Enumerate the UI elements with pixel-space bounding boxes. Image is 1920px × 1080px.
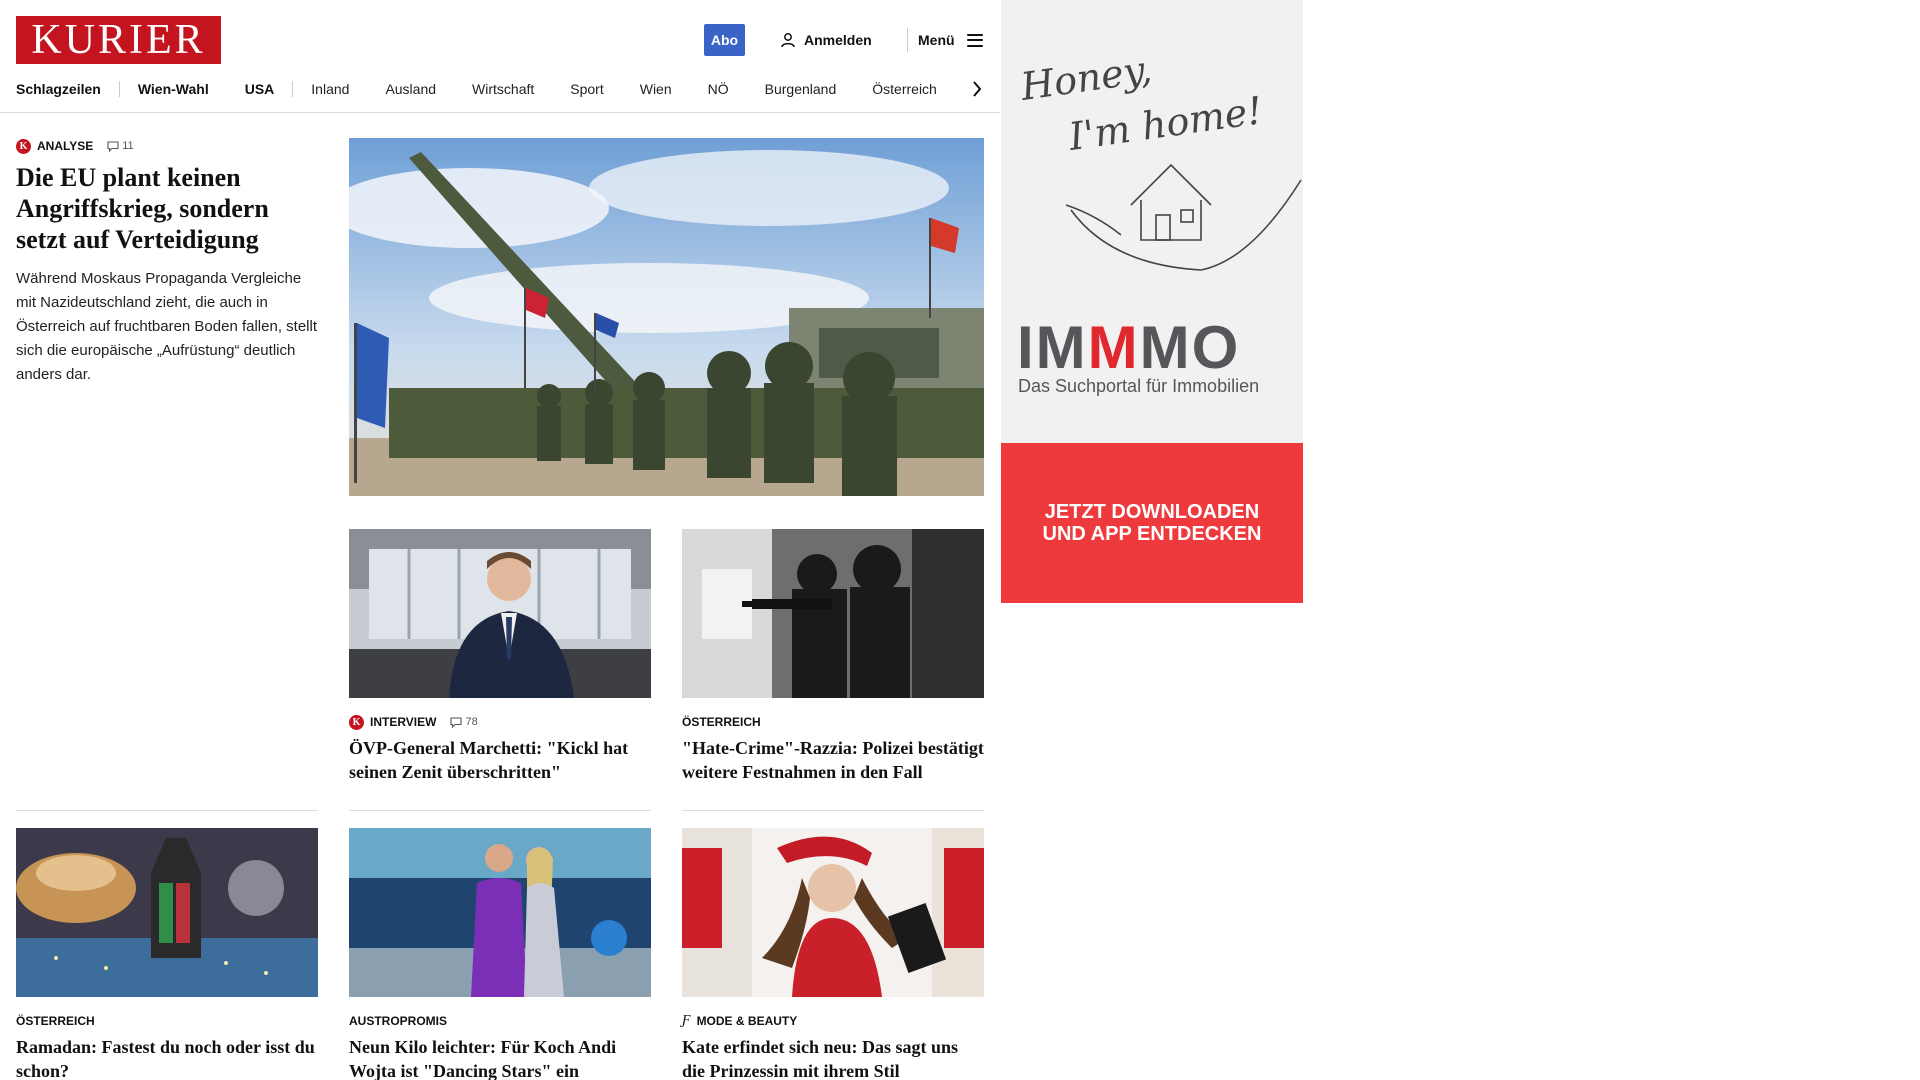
nav-next-button[interactable]	[968, 78, 986, 100]
article-card[interactable]: ÖSTERREICH Ramadan: Fastest du noch oder…	[16, 828, 318, 1080]
divider	[16, 810, 318, 811]
ad-script-graphic: Honey, I'm home!	[1017, 47, 1302, 271]
card-kicker: ÖSTERREICH	[16, 1013, 318, 1029]
kurier-logo[interactable]: KURIER	[16, 16, 221, 64]
freizeit-icon: ƒ	[682, 1013, 691, 1028]
chevron-right-icon	[973, 81, 982, 97]
kurier-page: KURIER Abo Anmelden Menü Schlagzeilen Wi…	[0, 0, 1000, 1080]
card-kicker-label: INTERVIEW	[370, 715, 437, 729]
nav-item-oesterreich[interactable]: Österreich	[854, 81, 955, 97]
lead-comments-value: 11	[122, 140, 134, 152]
nav-item-wien[interactable]: Wien	[622, 81, 690, 97]
ad-brand-m: M	[1087, 314, 1140, 381]
login-link[interactable]: Anmelden	[780, 28, 872, 52]
card-title[interactable]: ÖVP-General Marchetti: "Kickl hat seinen…	[349, 736, 651, 784]
card-title[interactable]: Neun Kilo leichter: Für Koch Andi Wojta …	[349, 1035, 651, 1080]
site-header: KURIER Abo Anmelden Menü Schlagzeilen Wi…	[0, 0, 1000, 113]
menu-button[interactable]: Menü	[918, 28, 983, 52]
card-kicker-label: ÖSTERREICH	[682, 715, 761, 729]
nav-item-inland[interactable]: Inland	[293, 81, 367, 97]
card-title[interactable]: Kate erfindet sich neu: Das sagt uns die…	[682, 1035, 984, 1080]
lead-title[interactable]: Die EU plant keinen Angriffskrieg, sonde…	[16, 162, 318, 255]
ad-brand-pre: IM	[1017, 314, 1088, 381]
section-nav: Schlagzeilen Wien-Wahl USA Inland Auslan…	[16, 78, 986, 100]
card-title[interactable]: Ramadan: Fastest du noch oder isst du sc…	[16, 1035, 318, 1080]
ad-script-line1: Honey,	[1017, 47, 1154, 109]
nav-item-schlagzeilen[interactable]: Schlagzeilen	[16, 81, 119, 97]
lead-image-soldiers[interactable]	[349, 138, 984, 496]
nav-item-wirtschaft[interactable]: Wirtschaft	[454, 81, 552, 97]
article-card[interactable]: AUSTROPROMIS Neun Kilo leichter: Für Koc…	[349, 828, 651, 1080]
nav-item-noe[interactable]: NÖ	[690, 81, 747, 97]
article-card[interactable]: ÖSTERREICH "Hate-Crime"-Razzia: Polizei …	[682, 529, 984, 784]
card-kicker: ƒ MODE & BEAUTY	[682, 1013, 984, 1029]
immmo-advertisement[interactable]: Honey, I'm home! IMMMO Das Suchportal fü…	[1001, 0, 1303, 603]
nav-item-ausland[interactable]: Ausland	[367, 81, 454, 97]
divider	[682, 810, 984, 811]
abo-button[interactable]: Abo	[704, 24, 745, 56]
house-in-hand-icon	[1065, 163, 1302, 271]
lead-kicker: K ANALYSE 11	[16, 138, 318, 154]
card-comments-value: 78	[465, 716, 478, 728]
ad-cta-button[interactable]: JETZT DOWNLOADEN UND APP ENTDECKEN	[1001, 443, 1303, 603]
kurier-plus-icon: K	[349, 714, 364, 730]
card-kicker-label: AUSTROPROMIS	[349, 1014, 448, 1028]
card-kicker-label: ÖSTERREICH	[16, 1014, 95, 1028]
nav-item-usa[interactable]: USA	[227, 81, 293, 97]
logo-text: KURIER	[31, 17, 206, 63]
ad-brand-wordmark: IMMMO	[1017, 318, 1240, 378]
divider	[349, 810, 651, 811]
user-icon	[781, 33, 795, 48]
card-kicker: K INTERVIEW 78	[349, 714, 651, 730]
header-divider	[907, 28, 908, 52]
article-image-police-raid[interactable]	[682, 529, 984, 698]
article-image-ramadan-lantern[interactable]	[16, 828, 318, 997]
ad-tagline: Das Suchportal für Immobilien	[1018, 376, 1260, 396]
comment-icon	[450, 716, 463, 728]
nav-item-wien-wahl[interactable]: Wien-Wahl	[120, 81, 227, 97]
menu-label: Menü	[918, 32, 955, 48]
nav-item-sport[interactable]: Sport	[552, 81, 621, 97]
article-image-marchetti[interactable]	[349, 529, 651, 698]
article-card[interactable]: K INTERVIEW 78 ÖVP-General Marchetti: "K…	[349, 529, 651, 784]
lead-teaser: Während Moskaus Propaganda Vergleiche mi…	[16, 270, 317, 383]
article-image-dancing-stars[interactable]	[349, 828, 651, 997]
card-kicker: ÖSTERREICH	[682, 714, 984, 730]
card-title[interactable]: "Hate-Crime"-Razzia: Polizei bestätigt w…	[682, 736, 984, 784]
nav-item-burgenland[interactable]: Burgenland	[747, 81, 855, 97]
comment-icon	[107, 140, 119, 152]
lead-kicker-label: ANALYSE	[37, 139, 94, 153]
login-label: Anmelden	[804, 32, 872, 48]
lead-article[interactable]: K ANALYSE 11 Die EU plant keinen Angriff…	[16, 138, 318, 387]
article-image-kate[interactable]	[682, 828, 984, 997]
ad-cta-label: JETZT DOWNLOADEN UND APP ENTDECKEN	[1042, 501, 1262, 545]
ad-visual: Honey, I'm home! IMMMO Das Suchportal fü…	[1001, 0, 1303, 443]
hamburger-icon	[966, 33, 983, 47]
article-card[interactable]: ƒ MODE & BEAUTY Kate erfindet sich neu: …	[682, 828, 984, 1080]
card-kicker-label: MODE & BEAUTY	[696, 1014, 798, 1028]
kurier-plus-icon: K	[16, 138, 31, 154]
ad-brand-post: MO	[1139, 314, 1241, 381]
lead-comment-count[interactable]: 11	[107, 140, 134, 152]
card-kicker: AUSTROPROMIS	[349, 1013, 651, 1029]
card-comment-count[interactable]: 78	[450, 716, 478, 728]
